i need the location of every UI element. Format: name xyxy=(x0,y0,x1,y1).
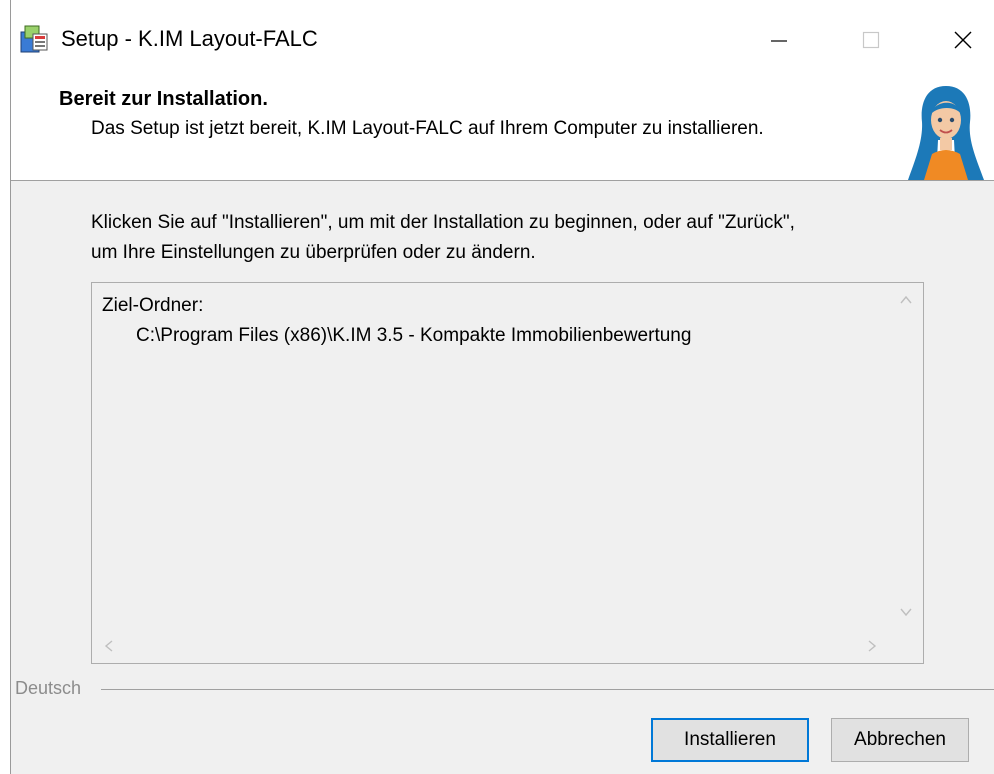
wizard-header: Bereit zur Installation. Das Setup ist j… xyxy=(11,80,994,181)
destination-label: Ziel-Ordner: xyxy=(102,295,204,316)
setup-window: Setup - K.IM Layout-FALC Bereit zur Inst… xyxy=(10,0,994,774)
install-button[interactable]: Installieren xyxy=(651,718,809,762)
ready-memo-content: Ziel-Ordner: C:\Program Files (x86)\K.IM… xyxy=(102,291,691,351)
minimize-icon xyxy=(771,40,787,42)
cancel-button[interactable]: Abbrechen xyxy=(831,718,969,762)
scroll-left-button[interactable] xyxy=(92,629,126,663)
window-title: Setup - K.IM Layout-FALC xyxy=(61,26,318,51)
wizard-mascot-image xyxy=(908,86,984,180)
language-separator: Deutsch xyxy=(11,678,994,702)
intro-line-1: Klicken Sie auf "Installieren", um mit d… xyxy=(91,212,795,233)
setup-app-icon xyxy=(19,22,49,54)
scroll-right-button[interactable] xyxy=(855,629,889,663)
scroll-up-button[interactable] xyxy=(889,283,923,317)
chevron-right-icon xyxy=(868,640,877,652)
chevron-left-icon xyxy=(104,640,113,652)
ready-memo-box[interactable]: Ziel-Ordner: C:\Program Files (x86)\K.IM… xyxy=(91,282,924,664)
minimize-button[interactable] xyxy=(733,0,825,80)
maximize-icon xyxy=(862,31,880,49)
close-button[interactable] xyxy=(917,0,994,80)
vertical-scrollbar[interactable] xyxy=(889,283,923,629)
title-bar: Setup - K.IM Layout-FALC xyxy=(11,0,994,80)
chevron-down-icon xyxy=(900,608,912,617)
scroll-down-button[interactable] xyxy=(889,595,923,629)
page-subheading: Das Setup ist jetzt bereit, K.IM Layout-… xyxy=(91,118,764,139)
intro-line-2: um Ihre Einstellungen zu überprüfen oder… xyxy=(91,242,536,263)
intro-text: Klicken Sie auf "Installieren", um mit d… xyxy=(91,208,951,268)
separator-line xyxy=(101,689,994,690)
horizontal-scrollbar[interactable] xyxy=(92,629,889,663)
page-heading: Bereit zur Installation. xyxy=(59,88,268,110)
close-icon xyxy=(954,31,972,49)
destination-path: C:\Program Files (x86)\K.IM 3.5 - Kompak… xyxy=(136,325,692,346)
maximize-button[interactable] xyxy=(825,0,917,80)
language-label: Deutsch xyxy=(15,678,92,699)
chevron-up-icon xyxy=(900,295,912,304)
